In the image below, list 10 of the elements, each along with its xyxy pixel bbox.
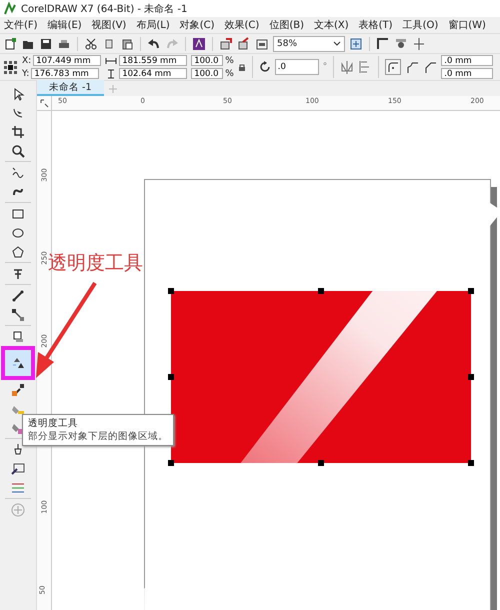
tooltip-description: 部分显示对象下层的图像区域。 [28,430,168,443]
zoom-value: 58% [277,38,298,48]
tooltip-title: 透明度工具 [28,417,79,430]
window-title: CorelDRAW X7 (64-Bit) - 未命名 -1 [21,2,188,16]
annotation-label: 透明度工具 [48,251,143,276]
field-label: Y: [22,68,30,78]
percent-sign: % [225,68,234,78]
degree-sign: ° [322,62,328,72]
field-label: X: [22,56,32,66]
percent-sign: % [225,56,234,66]
